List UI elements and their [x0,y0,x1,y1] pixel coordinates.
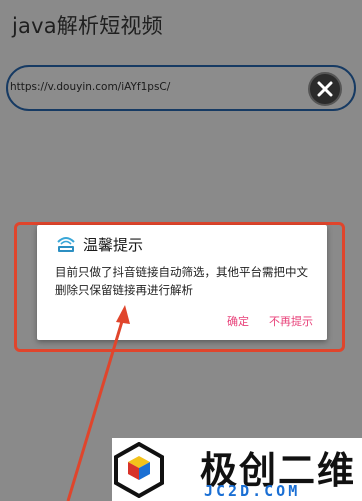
watermark-domain: JC2D.COM [204,482,301,500]
annotation-arrow [66,305,130,501]
watermark-logo: 极创二维 JC2D.COM [112,438,362,501]
watermark-cube-icon [114,442,164,498]
